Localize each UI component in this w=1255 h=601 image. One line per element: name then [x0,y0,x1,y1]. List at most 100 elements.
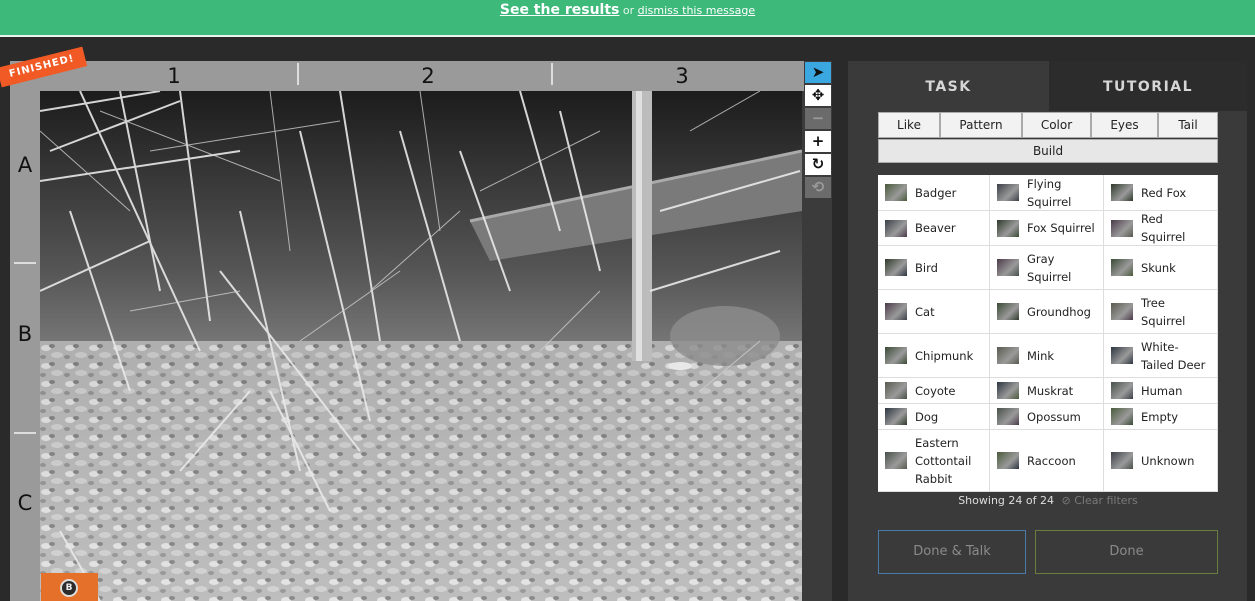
species-label: Coyote [915,383,956,398]
species-label: Chipmunk [915,348,974,363]
zoom-out-button[interactable]: − [805,108,831,129]
grid-column-3: 3 [675,64,689,88]
notification-banner: See the results or dismiss this message [0,0,1255,37]
species-label: Groundhog [1027,304,1091,319]
species-label: White-Tailed Deer [1141,339,1206,372]
filter-like-button[interactable]: Like [878,112,940,138]
pointer-tool-button[interactable]: ➤ [805,62,831,83]
species-option[interactable]: Badger [878,175,990,211]
species-label: Badger [915,185,957,200]
species-option[interactable]: Mink [990,334,1104,378]
filter-tail-button[interactable]: Tail [1158,112,1218,138]
grid-column-1: 1 [167,64,181,88]
species-thumbnail [885,259,907,276]
species-option[interactable]: Cat [878,290,990,334]
grid-row-b: B [17,322,33,346]
species-label: Unknown [1141,453,1195,468]
species-thumbnail [885,219,907,237]
species-option[interactable]: White-Tailed Deer [1104,334,1218,378]
species-thumbnail [997,408,1019,425]
species-label: Muskrat [1027,383,1074,398]
species-option[interactable]: Skunk [1104,246,1218,290]
species-option[interactable]: Tree Squirrel [1104,290,1218,334]
species-thumbnail [885,408,907,425]
grid-column-2: 2 [421,64,435,88]
filter-build-button[interactable]: Build [878,139,1218,163]
species-label: Human [1141,383,1183,398]
species-option[interactable]: Muskrat [990,378,1104,404]
tab-tutorial[interactable]: TUTORIAL [1049,61,1247,111]
species-label: Dog [915,409,939,424]
species-option[interactable]: Opossum [990,404,1104,430]
species-thumbnail [997,382,1019,399]
species-label: Mink [1027,348,1055,363]
species-option[interactable]: Fox Squirrel [990,211,1104,246]
species-option[interactable]: Bird [878,246,990,290]
species-option[interactable]: Gray Squirrel [990,246,1104,290]
species-option[interactable]: Groundhog [990,290,1104,334]
done-button[interactable]: Done [1035,530,1218,574]
species-thumbnail [997,219,1019,237]
species-thumbnail [1111,382,1133,399]
species-label: Flying Squirrel [1027,176,1072,209]
species-thumbnail [997,184,1019,201]
banner-or-text: or [622,4,635,17]
species-option[interactable]: Human [1104,378,1218,404]
grid-column-divider [297,63,299,85]
pan-tool-button[interactable]: ✥ [805,85,831,106]
species-label: Empty [1141,409,1179,424]
species-thumbnail [885,303,907,320]
species-label: Fox Squirrel [1027,221,1095,235]
clear-filters-label: Clear filters [1074,494,1138,507]
species-label: Bird [915,260,938,275]
camera-trap-image[interactable] [40,91,802,601]
species-thumbnail [1111,219,1133,237]
filter-color-button[interactable]: Color [1022,112,1091,138]
grid-column-divider [551,63,553,85]
species-option[interactable]: Coyote [878,378,990,404]
species-thumbnail [1111,452,1133,469]
species-label: Red Fox [1141,185,1187,200]
species-thumbnail [1111,303,1133,320]
species-option[interactable]: Dog [878,404,990,430]
species-thumbnail [997,452,1019,469]
species-thumbnail [1111,347,1133,364]
see-results-link[interactable]: See the results [500,2,620,18]
filter-bar: Like Pattern Color Eyes Tail [878,112,1218,138]
species-option[interactable]: Unknown [1104,430,1218,492]
species-label: Red Squirrel [1141,212,1186,244]
species-option[interactable]: Chipmunk [878,334,990,378]
filter-eyes-button[interactable]: Eyes [1091,112,1158,138]
species-label: Cat [915,304,935,319]
species-option[interactable]: Eastern Cottontail Rabbit [878,430,990,492]
species-thumbnail [1111,184,1133,201]
showing-text: Showing 24 of 24 [958,494,1054,507]
species-option[interactable]: Red Fox [1104,175,1218,211]
species-thumbnail [885,452,907,469]
species-thumbnail [997,347,1019,364]
species-option[interactable]: Flying Squirrel [990,175,1104,211]
rotate-button[interactable]: ↻ [805,154,831,175]
grid-row-divider [14,432,36,434]
camera-badge-glyph: B [60,579,78,597]
dismiss-message-link[interactable]: dismiss this message [638,4,756,17]
zoom-in-button[interactable]: + [805,131,831,152]
camera-badge: B [41,573,98,601]
species-option[interactable]: Red Squirrel [1104,211,1218,246]
filter-pattern-button[interactable]: Pattern [940,112,1022,138]
species-label: Beaver [915,221,956,235]
species-option[interactable]: Beaver [878,211,990,246]
species-thumbnail [885,382,907,399]
species-label: Skunk [1141,260,1176,275]
species-label: Opossum [1027,409,1081,424]
clear-filters-link[interactable]: ⊘ Clear filters [1061,494,1137,507]
species-option[interactable]: Empty [1104,404,1218,430]
species-label: Eastern Cottontail Rabbit [915,435,972,486]
showing-count: Showing 24 of 24 ⊘ Clear filters [878,494,1218,507]
species-label: Raccoon [1027,453,1076,468]
reset-button[interactable]: ⟲ [805,177,831,198]
tab-task[interactable]: TASK [848,61,1049,111]
species-label: Tree Squirrel [1141,295,1186,328]
species-option[interactable]: Raccoon [990,430,1104,492]
done-and-talk-button[interactable]: Done & Talk [878,530,1026,574]
